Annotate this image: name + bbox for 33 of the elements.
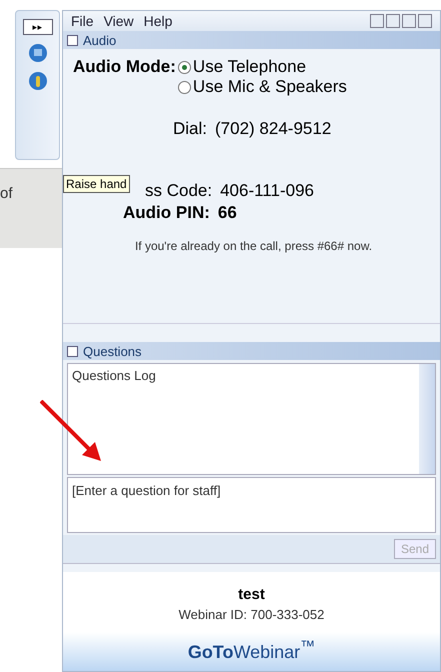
menu-item[interactable]: View [104,13,134,29]
screen-icon[interactable] [28,43,48,63]
window-text: of [0,185,13,204]
radio-option[interactable]: Use Telephone [178,57,347,77]
close-icon[interactable] [418,14,432,28]
section-title: Questions [83,344,142,358]
collapse-icon[interactable] [67,346,78,356]
field-label: Audio PIN: [123,203,210,223]
section-title: Audio [83,32,116,48]
menu-item[interactable]: Help [144,13,172,29]
pointer-arrow [40,400,102,462]
collapse-icon[interactable] [67,34,78,46]
field-label: Audio Mode: [73,57,176,78]
log-text: Questions Log [72,368,156,383]
logo: GoToWebinar$^{™}$ [63,632,440,671]
menu-item[interactable]: File [71,13,94,29]
hand-icon[interactable] [28,71,48,91]
question-field[interactable]: [Enter a question for staff] [67,477,436,533]
expand-button[interactable]: ▸▸ [22,19,52,35]
scrollbar[interactable] [419,364,435,474]
radio-icon[interactable] [178,80,191,94]
field-value: 66 [218,203,237,223]
field-value: 406-111-096 [220,181,314,201]
webinar-name: test [238,586,265,603]
field-label: ss Code: [145,181,212,201]
webinar-id: Webinar ID: 700-333-052 [178,607,324,622]
info-text: If you're already on the call, press #66# now. [134,238,374,255]
minimize-icon[interactable] [370,14,384,28]
field-value: (702) 824-9512 [215,119,332,139]
tooltip: Raise hand [63,175,130,193]
radio-icon[interactable] [178,60,191,74]
field-label: Dial: [173,119,208,139]
radio-option[interactable]: Use Mic & Speakers [178,77,347,97]
